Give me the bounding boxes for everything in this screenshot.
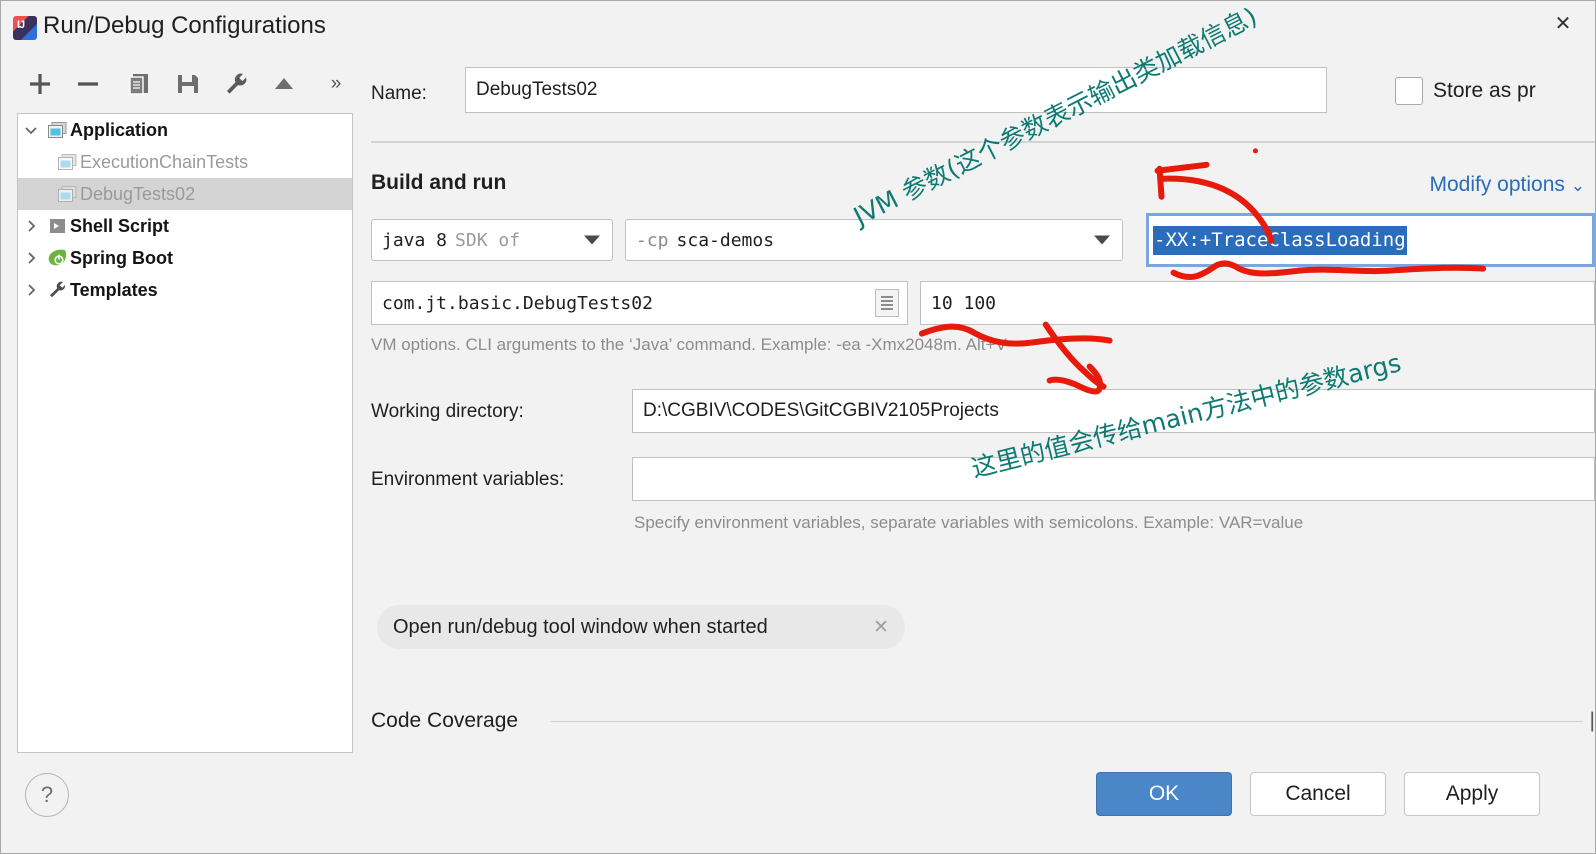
tree-item-label: Shell Script <box>70 215 170 236</box>
tree-item-spring-boot[interactable]: Spring Boot <box>18 242 352 274</box>
shell-script-icon <box>44 218 70 235</box>
vm-options-value: -XX:+TraceClassLoading <box>1153 225 1407 255</box>
store-as-project-file-checkbox[interactable] <box>1395 77 1423 105</box>
tree-item-label: Application <box>70 119 168 140</box>
name-label: Name: <box>371 83 427 104</box>
chevron-down-icon[interactable] <box>1094 235 1110 245</box>
application-icon <box>44 121 70 139</box>
code-coverage-edge-marker: | <box>1589 709 1595 732</box>
cancel-button[interactable]: Cancel <box>1250 772 1386 816</box>
chevron-down-icon: ⌄ <box>1570 176 1585 195</box>
name-input[interactable]: DebugTests02 <box>465 67 1327 113</box>
program-arguments-value: 10 100 <box>931 292 997 314</box>
jre-value: java 8 <box>382 229 448 251</box>
chevron-right-icon[interactable] <box>18 219 44 233</box>
tree-item-label: Templates <box>70 279 158 300</box>
configurations-tree[interactable]: Application ExecutionChainTests DebugTes… <box>17 113 353 753</box>
tree-item-executionchaintests[interactable]: ExecutionChainTests <box>18 146 352 178</box>
environment-variables-label: Environment variables: <box>371 469 565 490</box>
program-arguments-input[interactable]: 10 100 <box>920 281 1595 325</box>
browse-class-icon[interactable] <box>875 289 899 317</box>
page-title: Run/Debug Configurations <box>43 12 326 39</box>
build-and-run-heading: Build and run <box>371 171 507 194</box>
tree-item-templates[interactable]: Templates <box>18 274 352 306</box>
modify-options-link[interactable]: Modify options ⌄ <box>1430 173 1586 197</box>
spring-boot-icon <box>44 249 70 267</box>
section-divider <box>371 141 1595 143</box>
apply-button[interactable]: Apply <box>1404 772 1540 816</box>
help-button[interactable]: ? <box>25 773 69 817</box>
classpath-value: sca-demos <box>676 229 775 251</box>
environment-variables-hint: Specify environment variables, separate … <box>634 513 1304 532</box>
main-class-value: com.jt.basic.DebugTests02 <box>382 292 653 314</box>
tree-item-label: ExecutionChainTests <box>80 151 249 172</box>
application-icon <box>54 185 80 203</box>
open-tool-window-chip[interactable]: Open run/debug tool window when started … <box>377 605 905 649</box>
tree-item-label: DebugTests02 <box>80 183 196 204</box>
tree-item-debugtests02[interactable]: DebugTests02 <box>18 178 352 210</box>
classpath-flag: -cp <box>636 229 669 251</box>
classpath-combo[interactable]: -cp sca-demos <box>625 219 1123 261</box>
minus-icon[interactable] <box>69 63 107 105</box>
floppy-disk-icon[interactable] <box>169 63 207 105</box>
chevron-double-right-icon[interactable]: » <box>317 63 355 105</box>
title-bar: Run/Debug Configurations ✕ <box>1 1 1595 54</box>
vm-options-input[interactable]: -XX:+TraceClassLoading <box>1146 213 1595 267</box>
chevron-down-icon[interactable] <box>584 235 600 245</box>
vm-options-hint: VM options. CLI arguments to the ‘Java’ … <box>371 335 1007 354</box>
chip-label: Open run/debug tool window when started <box>393 615 768 638</box>
working-directory-label: Working directory: <box>371 401 524 422</box>
ok-button[interactable]: OK <box>1096 772 1232 816</box>
configuration-form: Name: DebugTests02 Store as pr Build and… <box>369 63 1595 757</box>
intellij-idea-icon <box>13 16 37 40</box>
store-as-project-file-label: Store as pr <box>1433 79 1536 102</box>
main-class-input[interactable]: com.jt.basic.DebugTests02 <box>371 281 908 325</box>
code-coverage-heading: Code Coverage <box>371 709 519 732</box>
working-directory-input[interactable]: D:\CGBIV\CODES\GitCGBIV2105Projects <box>632 389 1595 433</box>
wrench-icon[interactable] <box>217 63 255 105</box>
close-icon[interactable]: ✕ <box>873 616 889 639</box>
tree-item-label: Spring Boot <box>70 247 173 268</box>
dialog-footer: ? OK Cancel Apply <box>1 757 1595 853</box>
copy-icon[interactable] <box>121 63 159 105</box>
tree-item-application[interactable]: Application <box>18 114 352 146</box>
triangle-up-icon[interactable] <box>265 63 303 105</box>
tree-toolbar: » <box>17 63 353 109</box>
jre-combo[interactable]: java 8 SDK of <box>371 219 613 261</box>
run-debug-configurations-dialog: Run/Debug Configurations ✕ <box>0 0 1596 854</box>
plus-icon[interactable] <box>21 63 59 105</box>
application-icon <box>54 153 80 171</box>
chevron-down-icon[interactable] <box>18 123 44 137</box>
chevron-right-icon[interactable] <box>18 251 44 265</box>
chevron-right-icon[interactable] <box>18 283 44 297</box>
close-icon[interactable]: ✕ <box>1545 8 1581 40</box>
wrench-icon <box>44 281 70 299</box>
jre-value-secondary: SDK of <box>455 229 521 251</box>
tree-item-shell-script[interactable]: Shell Script <box>18 210 352 242</box>
code-coverage-divider <box>551 721 1583 722</box>
modify-options-label: Modify options <box>1429 173 1565 196</box>
environment-variables-input[interactable] <box>632 457 1595 501</box>
